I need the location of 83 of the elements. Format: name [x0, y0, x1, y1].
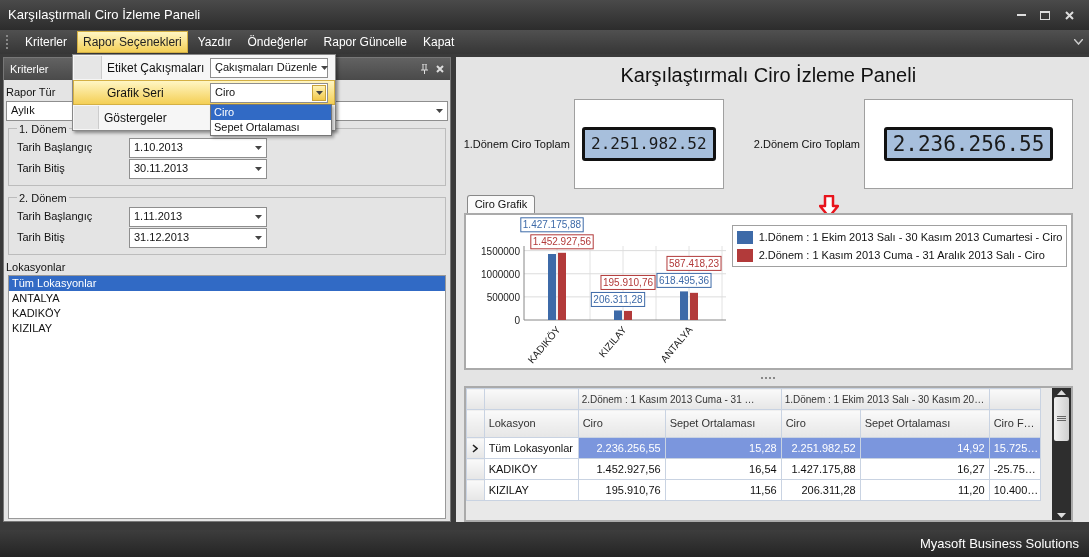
close-icon[interactable] [1064, 10, 1074, 20]
splitter-grip[interactable] [761, 376, 776, 380]
data-label: 587.418,23 [666, 255, 722, 271]
column-group-header: 1.Dönem : 1 Ekim 2013 Salı - 30 Kasım 20… [781, 388, 990, 410]
date-field[interactable]: 31.12.2013 [129, 227, 267, 248]
dropdown-arrow-icon[interactable] [255, 166, 262, 171]
scroll-up-icon[interactable] [1057, 390, 1066, 395]
pin-icon[interactable] [420, 64, 428, 74]
menu-row[interactable]: Etiket Çakışmaları Çakışmaları Düzenle [73, 55, 335, 80]
scrollbar[interactable] [1052, 388, 1071, 520]
date-field[interactable]: 1.11.2013 [129, 206, 267, 227]
menu-item[interactable]: Kriterler [19, 31, 73, 53]
lcd-display: 2.251.982.52 [582, 127, 716, 161]
menu-item[interactable]: Rapor Seçenekleri [77, 31, 188, 53]
dropdown-arrow-icon[interactable] [315, 90, 323, 95]
group-title: 1. Dönem [18, 122, 68, 135]
axis-tick-label: 0 [514, 315, 520, 326]
dropdown-arrow-icon[interactable] [321, 65, 329, 70]
menu-row[interactable]: Grafik Seri Ciro [73, 80, 335, 105]
dropdown-arrow-icon[interactable] [255, 235, 262, 240]
menu-item[interactable]: Rapor Güncelle [317, 31, 413, 53]
table-row[interactable]: KIZILAY 195.910,76 11,56 206.311,28 11,20 10.400… [466, 479, 1041, 501]
scroll-down-icon[interactable] [1057, 513, 1066, 518]
data-label: 1.452.927,56 [529, 234, 594, 250]
menu-item[interactable]: Öndeğerler [241, 31, 314, 53]
field-label: Rapor Tür [6, 85, 56, 100]
menu-item-label: Grafik Seri [106, 84, 165, 102]
column-group-header: 2.Dönem : 1 Kasım 2013 Cuma - 31 … [578, 388, 782, 410]
field-label: Tarih Bitiş [17, 161, 66, 177]
table-row[interactable]: KADIKÖY 1.452.927,56 16,54 1.427.175,88 16,27 -25.75… [466, 458, 1041, 480]
field-label: Tarih Bitiş [17, 230, 66, 246]
menu-item[interactable]: Yazdır [191, 31, 238, 53]
column-header[interactable]: Ciro [578, 409, 666, 438]
data-label: 195.910,76 [600, 274, 656, 290]
list-item[interactable]: ANTALYA [9, 291, 445, 307]
column-header[interactable]: Ciro [781, 409, 861, 438]
dropdown-option[interactable]: Ciro [211, 105, 331, 120]
date-field[interactable]: 1.10.2013 [129, 137, 267, 158]
column-header[interactable]: Sepet Ortalaması [665, 409, 782, 438]
column-header[interactable]: Lokasyon [484, 409, 579, 438]
dropdown-arrow-icon[interactable] [255, 145, 262, 150]
data-label: 1.427.175,88 [519, 217, 584, 233]
grip-icon [6, 35, 9, 49]
chevron-down-icon[interactable] [1074, 39, 1083, 45]
dropdown-field[interactable]: Ciro [210, 82, 328, 103]
row-indicator-icon [472, 444, 479, 454]
menu-row[interactable]: Göstergeler [73, 105, 208, 130]
table-row[interactable]: Tüm Lokasyonlar 2.236.256,55 15,28 2.251.982,52 14,92 15.725… [466, 437, 1041, 459]
dropdown-arrow-icon[interactable] [435, 108, 443, 113]
axis-tick-label: 500000 [486, 291, 520, 303]
close-icon[interactable] [435, 65, 444, 73]
panel-title: Kriterler [10, 61, 49, 77]
dashboard-title: Karşılaştırmalı Ciro İzleme Paneli [620, 63, 917, 87]
dropdown-option[interactable]: Sepet Ortalaması [211, 120, 331, 135]
axis-tick-label: 1500000 [480, 245, 520, 257]
column-header[interactable]: Sepet Ortalaması [860, 409, 990, 438]
menu-item[interactable]: Kapat [416, 31, 461, 53]
lcd-display: 2.236.256.55 [883, 127, 1054, 161]
field-label: Tarih Başlangıç [17, 140, 94, 156]
menu-item-label: Etiket Çakışmaları [106, 59, 206, 77]
maximize-icon[interactable] [1040, 10, 1050, 20]
data-label: 206.311,28 [590, 291, 645, 307]
scroll-thumb-grip[interactable] [1057, 416, 1066, 422]
list-item[interactable]: Tüm Lokasyonlar [9, 276, 445, 292]
list-item[interactable]: KIZILAY [9, 321, 445, 337]
date-field[interactable]: 30.11.2013 [129, 158, 267, 179]
legend-label: 1.Dönem : 1 Ekim 2013 Salı - 30 Kasım 2013 Cumartesi - Ciro [758, 230, 1063, 245]
dropdown-arrow-icon[interactable] [255, 214, 262, 219]
minimize-icon[interactable] [1016, 13, 1026, 17]
field-label: Tarih Başlangıç [17, 209, 94, 225]
menu-item-label: Göstergeler [103, 109, 168, 127]
status-text: Myasoft Business Solutions [920, 534, 1079, 553]
gauge-label: 1.Dönem Ciro Toplam [463, 136, 571, 152]
legend-label: 2.Dönem : 1 Kasım 2013 Cuma - 31 Aralık 2013 Salı - Ciro [758, 248, 1045, 263]
axis-tick-label: 1000000 [480, 268, 520, 280]
chart-tab[interactable]: Ciro Grafik [466, 195, 536, 213]
list-item[interactable]: KADIKÖY [9, 306, 445, 322]
field-label: Lokasyonlar [6, 259, 66, 275]
window-title: Karşılaştırmalı Ciro İzleme Paneli [8, 6, 201, 25]
group-title: 2. Dönem [18, 191, 68, 204]
data-label: 618.495,36 [656, 272, 712, 288]
gauge-label: 2.Dönem Ciro Toplam [753, 136, 861, 152]
dropdown-field[interactable]: Çakışmaları Düzenle [210, 57, 328, 78]
